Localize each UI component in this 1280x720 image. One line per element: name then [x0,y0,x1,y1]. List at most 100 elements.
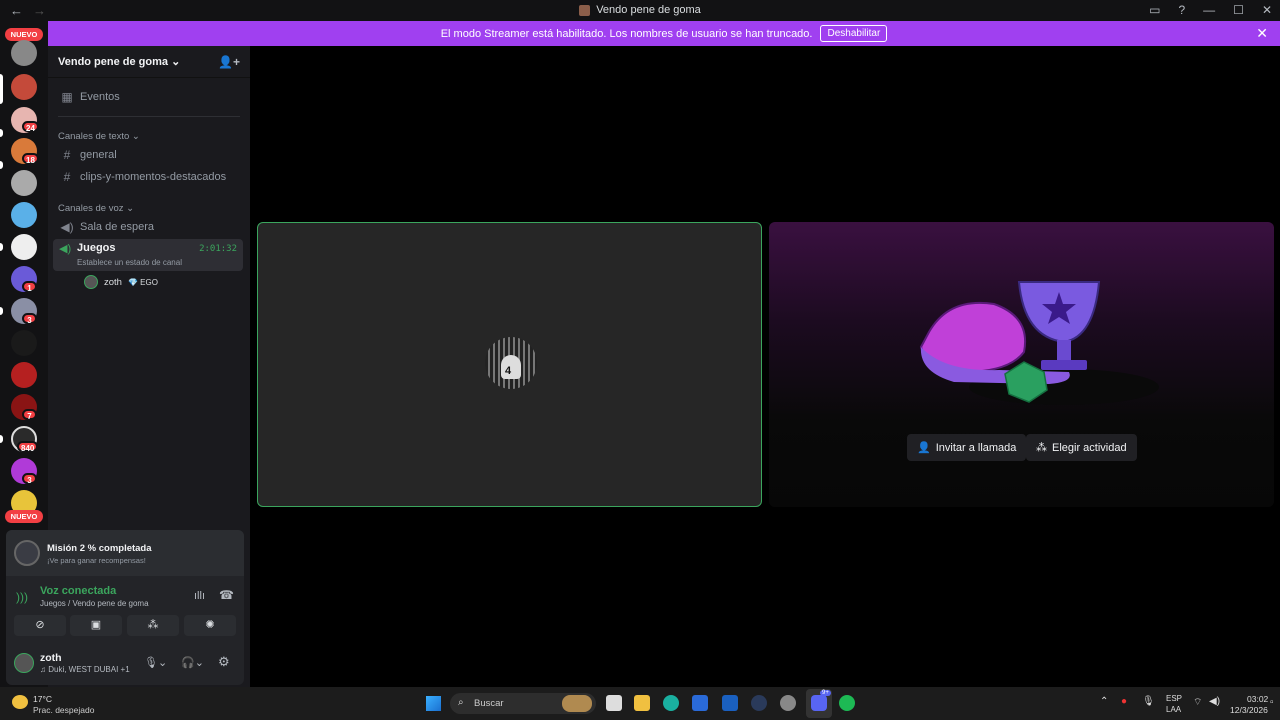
screen-share-button[interactable]: ▣ [70,615,122,636]
participant-avatar: 4 [485,337,537,389]
channel-clips[interactable]: # clips-y-momentos-destacados [53,170,243,184]
store-icon[interactable] [692,695,708,711]
edge-icon[interactable] [663,695,679,711]
voice-category[interactable]: Canales de voz ⌄ [58,203,134,214]
app-icon[interactable] [780,695,796,711]
events-label: Eventos [80,91,120,103]
invite-to-call-button[interactable]: 👤 Invitar a llamada [907,434,1027,461]
mission-title: Misión 2 % completada [47,543,152,554]
screen-share-icon: ▣ [90,619,102,631]
mail-icon[interactable] [722,695,738,711]
steam-icon[interactable] [751,695,767,711]
server-icon[interactable] [11,234,37,260]
keyboard-layout[interactable]: LAA [1166,705,1181,714]
server-badge: 840 [17,441,39,453]
avatar-number: 4 [505,365,512,377]
clock-date[interactable]: 12/3/2026 [1230,705,1268,715]
server-unread-pill [0,243,3,251]
events-item[interactable]: ▦ Eventos [53,90,243,104]
activities-icon: ⁂ [147,619,159,631]
server-unread-pill [0,129,3,137]
voice-user[interactable]: zoth 💎 EGO [78,275,268,289]
signal-icon: ))) [16,590,28,604]
activities-button[interactable]: ⁂ [127,615,179,636]
chevron-up-icon[interactable]: ⌃ [1100,696,1108,707]
help-icon[interactable]: ? [1178,3,1185,17]
maximize-button[interactable]: ☐ [1233,3,1244,17]
mission-banner[interactable]: Misión 2 % completada ¡Ve para ganar rec… [6,530,244,576]
chevron-down-icon: ⌄ [171,56,181,68]
server-icon[interactable] [11,170,37,196]
server-icon[interactable] [11,330,37,356]
settings-gear-icon[interactable]: ⚙ [218,654,230,670]
server-name: Vendo pene de goma [58,56,169,68]
disconnect-icon[interactable]: ☎ [219,588,234,602]
taskbar-search[interactable]: ⌕ Buscar [450,693,596,714]
headphones-icon[interactable]: 🎧⌄ [181,656,204,669]
title-bar: ← → Vendo pene de goma ▭ ? — ☐ ✕ [0,0,1280,21]
notification-icon[interactable]: ▫ [1270,697,1274,708]
microphone-icon[interactable]: 🎙⌄ [144,656,167,669]
weather-desc[interactable]: Prac. despejado [33,705,94,715]
window-title: Vendo pene de goma [596,4,701,16]
user-avatar[interactable] [14,653,34,673]
spotify-icon[interactable] [839,695,855,711]
discord-taskbar-button[interactable]: 9+ [806,689,832,718]
text-category[interactable]: Canales de texto ⌄ [58,131,140,142]
wifi-icon[interactable]: ⌔ [1193,696,1202,709]
tray-app-icon[interactable]: ● [1121,696,1127,707]
volume-icon[interactable]: ◀) [1209,696,1220,707]
speaker-icon: ◀) [59,243,72,255]
calendar-icon: ▦ [61,90,73,104]
server-badge: 3 [22,473,37,485]
banner-close-icon[interactable]: ✕ [1256,25,1268,42]
search-icon: ⌕ [458,697,464,708]
account-bar: zoth ♫ Duki, WEST DUBAI +1 🎙⌄ 🎧⌄ ⚙ [6,645,244,685]
file-explorer-icon[interactable] [634,695,650,711]
server-icon[interactable] [11,40,37,66]
minimize-button[interactable]: — [1203,3,1215,17]
close-window-button[interactable]: ✕ [1262,3,1272,17]
soundboard-button[interactable]: ✺ [184,615,236,636]
voice-user-name: zoth [104,276,122,288]
language-code[interactable]: ESP [1166,694,1182,703]
voice-channel-sala[interactable]: ◀) Sala de espera [53,220,243,234]
new-badge: NUEVO [5,510,43,523]
noise-suppression-icon[interactable]: ıllı [194,590,205,602]
server-unread-pill [0,161,3,169]
user-activity: ♫ Duki, WEST DUBAI +1 [40,665,130,674]
mission-subtitle: ¡Ve para ganar recompensas! [47,556,146,565]
activity-tile [769,222,1274,507]
server-thumbnail-icon [579,4,591,16]
server-icon[interactable] [11,74,37,100]
soundboard-icon: ✺ [205,619,215,631]
task-view-icon[interactable] [606,695,622,711]
active-server-pill [0,74,3,104]
weather-icon[interactable] [12,695,28,709]
voice-channel-juegos[interactable]: ◀) Juegos 2:01:32 Establece un estado de… [53,239,243,271]
channel-label: Juegos [77,242,116,254]
invite-people-icon[interactable]: 👤+ [218,55,240,69]
weather-temp[interactable]: 17°C [33,694,52,704]
choose-activity-button[interactable]: ⁂ Elegir actividad [1026,434,1137,461]
activity-label: Elegir actividad [1052,441,1127,454]
user-tag-label: EGO [140,277,158,287]
channel-general[interactable]: # general [53,148,243,162]
hash-icon: # [63,170,71,184]
channel-status-hint[interactable]: Establece un estado de canal [77,258,182,267]
windows-start-icon[interactable] [426,696,441,711]
microphone-tray-icon[interactable]: 🎙 [1142,696,1155,707]
speaker-icon: ◀) [60,220,74,234]
camera-off-button[interactable]: ⊘ [14,615,66,636]
disable-streamer-button[interactable]: Deshabilitar [820,25,888,42]
clock-time[interactable]: 03:02 [1247,694,1268,704]
voice-status[interactable]: Voz conectada [40,585,116,597]
server-icon[interactable] [11,362,37,388]
server-header[interactable]: Vendo pene de goma ⌄ 👤+ [48,46,250,78]
inbox-icon[interactable]: ▭ [1149,3,1160,17]
search-highlight-icon [562,695,592,712]
server-icon[interactable] [11,202,37,228]
trophy-illustration [919,281,1159,405]
mission-icon [14,540,40,566]
voice-location[interactable]: Juegos / Vendo pene de goma [40,599,149,608]
